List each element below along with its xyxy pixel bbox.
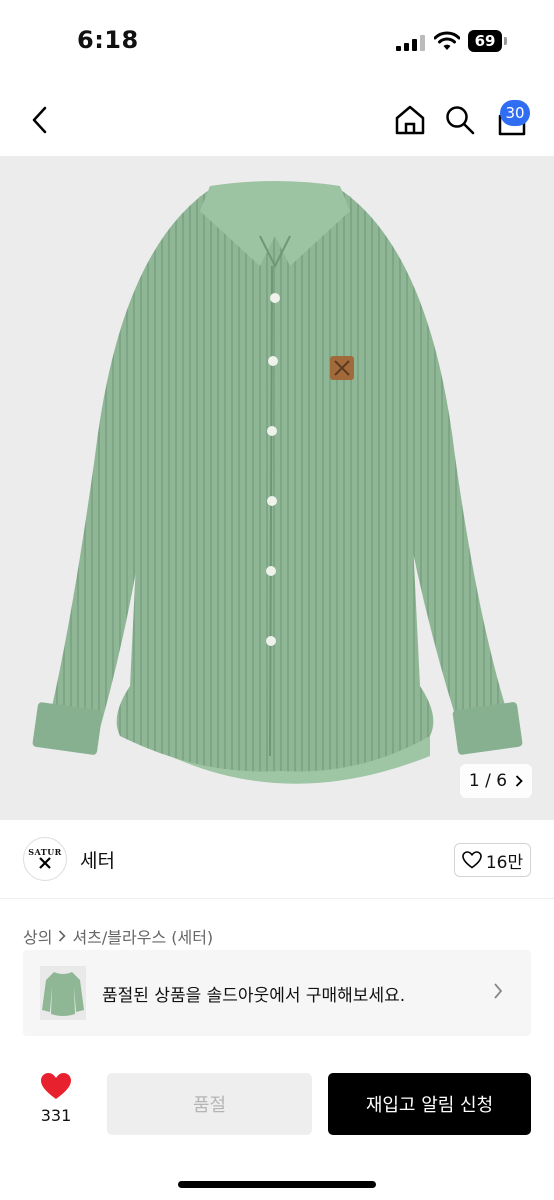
home-button[interactable] (390, 100, 430, 140)
back-button[interactable] (22, 102, 58, 138)
search-button[interactable] (440, 100, 480, 140)
top-navigation (0, 84, 554, 156)
cellular-signal-icon (396, 35, 425, 51)
product-image-carousel[interactable] (0, 156, 554, 820)
brand-name[interactable]: 세터 (80, 846, 115, 873)
home-icon (395, 105, 425, 135)
restock-alert-button[interactable]: 재입고 알림 신청 (328, 1073, 531, 1135)
status-time: 6:18 (77, 26, 139, 54)
wishlist-count: 331 (40, 1106, 72, 1125)
breadcrumb-category[interactable]: 상의 (23, 924, 52, 948)
heart-filled-icon (41, 1073, 71, 1099)
image-counter-text: 1 / 6 (468, 771, 508, 791)
status-bar: 6:18 69 (0, 0, 554, 84)
product-image-corduroy-shirt (32, 181, 523, 784)
search-icon (446, 106, 475, 135)
chevron-right-icon (59, 930, 67, 942)
soldout-button[interactable]: 품절 (107, 1073, 312, 1135)
brand-like-button[interactable]: 16만 (454, 843, 531, 877)
breadcrumb-subcategory[interactable]: 셔츠/블라우스 (세터) (72, 924, 213, 948)
chevron-left-icon (32, 106, 47, 134)
wishlist-button[interactable]: 331 (34, 1072, 78, 1125)
section-divider (0, 898, 554, 899)
home-indicator (178, 1181, 376, 1188)
breadcrumb: 상의 셔츠/블라우스 (세터) (23, 924, 213, 948)
brand-like-count: 16만 (485, 852, 524, 873)
chevron-right-icon (494, 983, 503, 999)
banner-product-thumbnail (40, 966, 86, 1020)
wifi-icon (434, 31, 460, 50)
image-pagination[interactable]: 1 / 6 (460, 764, 532, 798)
battery-icon: 69 (468, 30, 508, 52)
cart-count-badge: 30 (500, 100, 530, 126)
banner-text: 품절된 상품을 솔드아웃에서 구매해보세요. (102, 986, 406, 1006)
soldout-promo-banner[interactable]: 품절된 상품을 솔드아웃에서 구매해보세요. (23, 950, 531, 1036)
brand-mark-icon (39, 857, 51, 869)
chevron-right-icon (515, 775, 523, 787)
battery-level: 69 (468, 30, 502, 52)
brand-logo[interactable]: SATUR (23, 837, 67, 881)
heart-outline-icon (462, 851, 482, 869)
brand-logo-text: SATUR (28, 847, 62, 857)
